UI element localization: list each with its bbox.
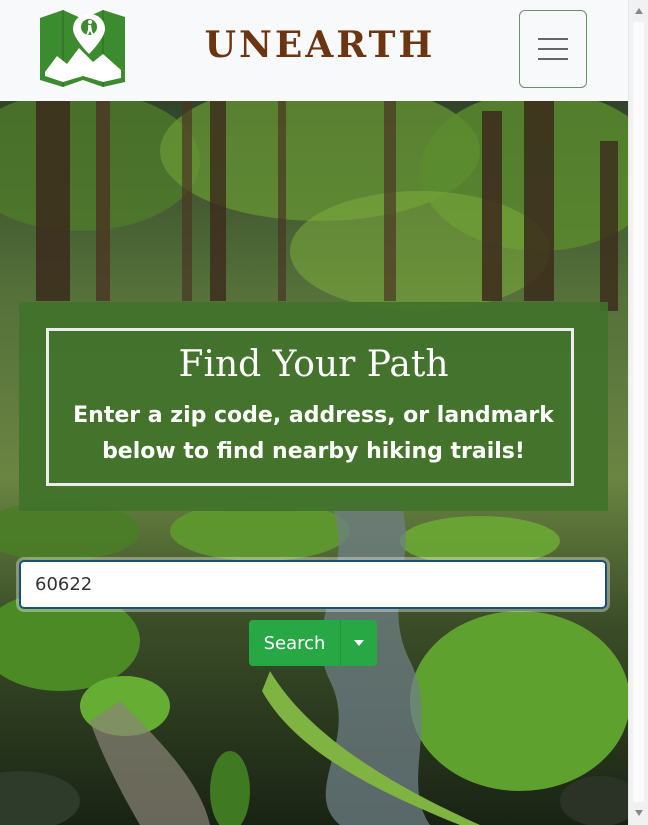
search-options-dropdown-button[interactable] bbox=[340, 620, 377, 666]
hamburger-menu-icon-bar bbox=[538, 58, 568, 60]
find-path-panel: Find Your Path Enter a zip code, address… bbox=[19, 302, 608, 511]
page: UNEARTH Find Your Path Enter a zip code,… bbox=[0, 0, 628, 825]
location-search-input[interactable] bbox=[19, 560, 607, 609]
page-subtitle: Enter a zip code, address, or landmark b… bbox=[73, 403, 554, 464]
search-button[interactable]: Search bbox=[249, 620, 340, 666]
navbar: UNEARTH bbox=[0, 0, 628, 102]
scroll-down-arrow-icon[interactable] bbox=[635, 810, 643, 816]
scrollbar-thumb[interactable] bbox=[633, 22, 644, 802]
caret-down-icon bbox=[354, 640, 364, 646]
scroll-up-arrow-icon[interactable] bbox=[635, 8, 643, 14]
search-button-group: Search bbox=[249, 620, 377, 666]
hamburger-menu-icon-bar bbox=[538, 48, 568, 50]
hamburger-menu-icon bbox=[538, 38, 568, 40]
vertical-scrollbar[interactable] bbox=[628, 0, 648, 825]
page-title: Find Your Path bbox=[178, 344, 449, 385]
hamburger-menu-button[interactable] bbox=[519, 10, 587, 88]
